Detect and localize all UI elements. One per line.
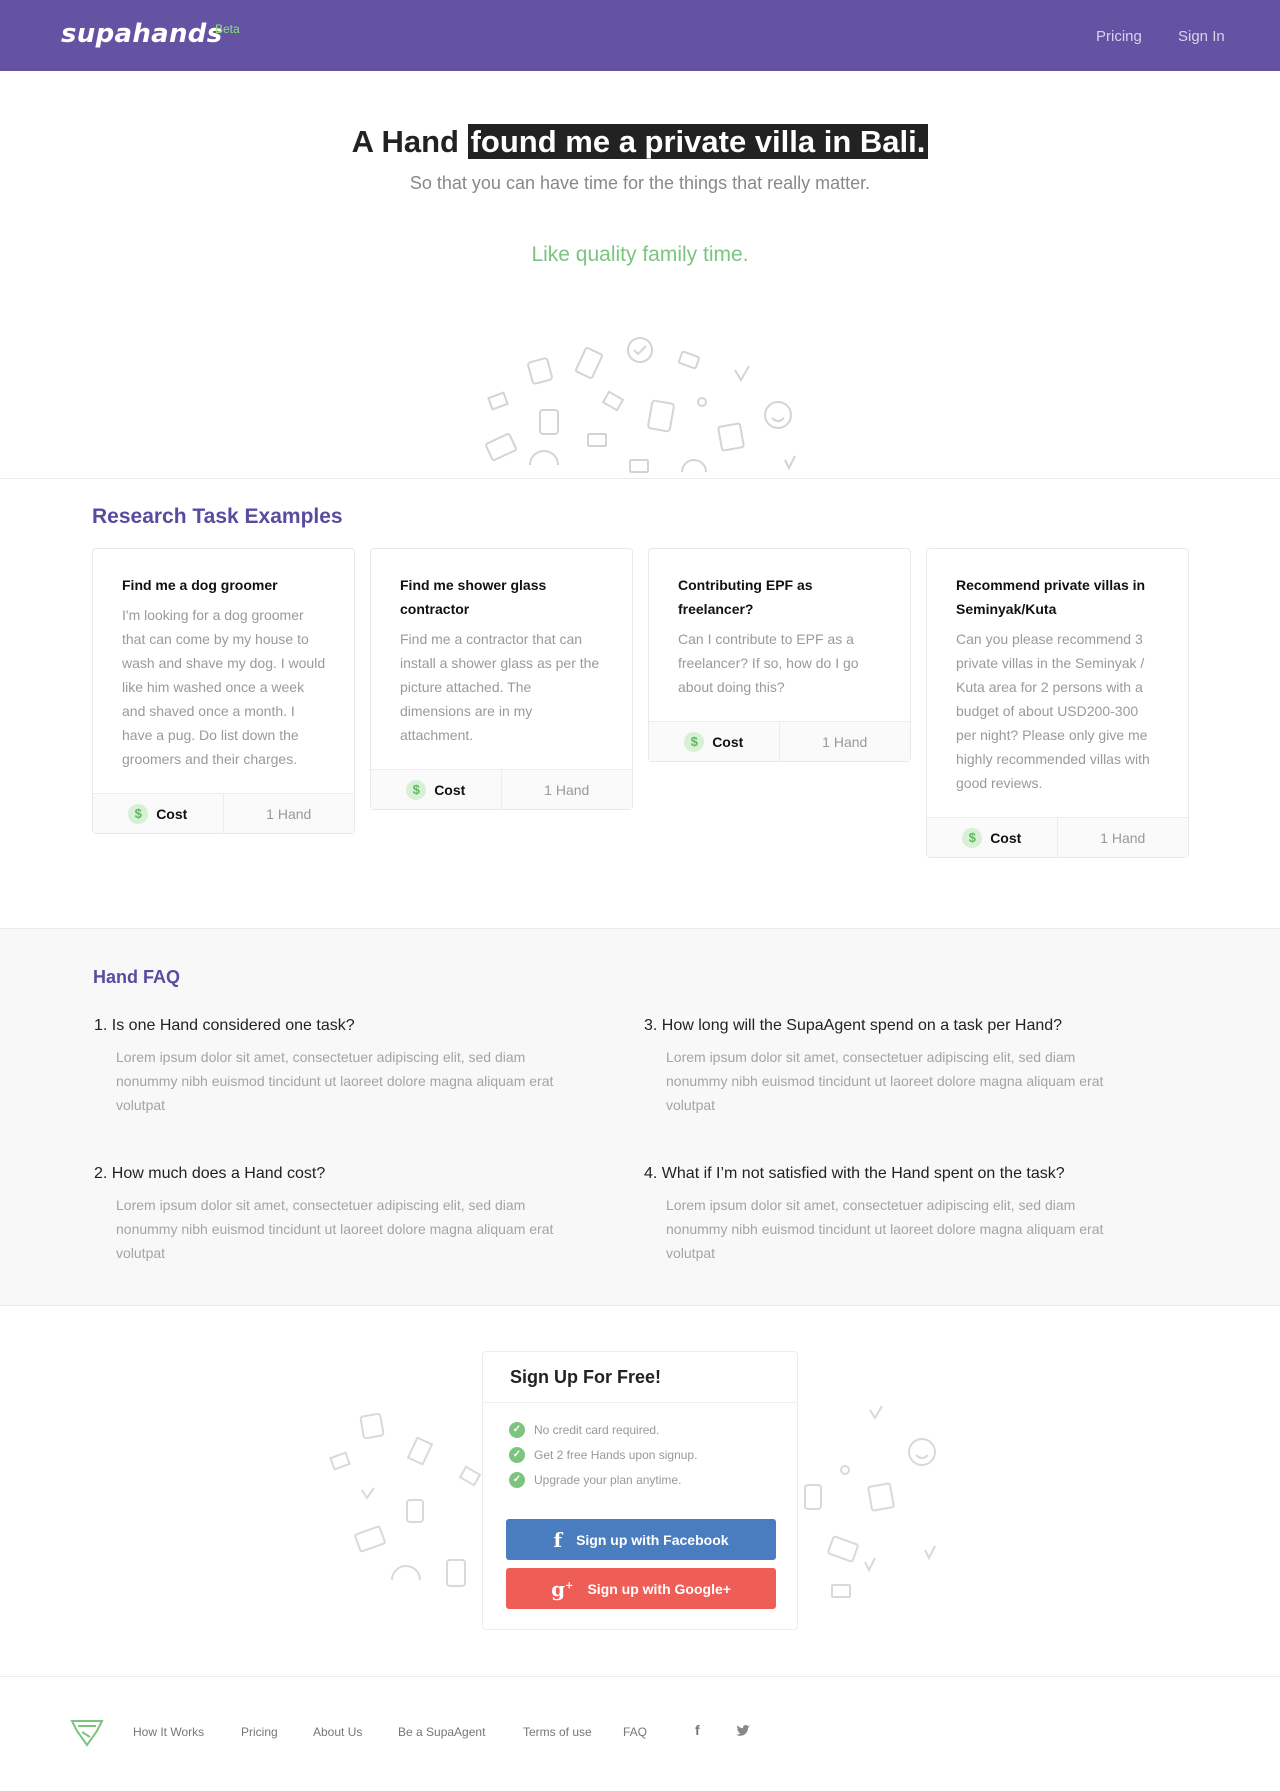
hand-count: 1 Hand xyxy=(266,805,312,822)
hero-tagline: Like quality family time. xyxy=(531,243,749,266)
task-card[interactable]: Find me a dog groomer I'm looking for a … xyxy=(92,548,355,834)
faq-item: 2. How much does a Hand cost? Lorem ipsu… xyxy=(94,1165,584,1265)
task-card[interactable]: Contributing EPF as freelancer? Can I co… xyxy=(648,548,911,762)
perk-list: ✓ No credit card required. ✓ Get 2 free Ha… xyxy=(483,1403,797,1492)
hero-title: A Hand found me a private villa in Bali. xyxy=(0,124,1280,160)
footer-divider xyxy=(0,1676,1280,1677)
doodle-illustration xyxy=(329,1412,482,1587)
facebook-signup-button[interactable]: f Sign up with Facebook xyxy=(506,1519,776,1560)
dollar-coin-icon: $ xyxy=(962,827,983,848)
facebook-icon: f xyxy=(553,1527,563,1552)
task-card-footer: $ Cost 1 Hand xyxy=(927,817,1188,857)
dollar-coin-icon: $ xyxy=(406,779,427,800)
dollar-coin-icon: $ xyxy=(684,731,705,752)
beta-badge: Beta xyxy=(215,22,240,36)
task-card-footer: $ Cost 1 Hand xyxy=(93,793,354,833)
faq-item: 3. How long will the SupaAgent spend on … xyxy=(644,1017,1134,1117)
faq-item: 4. What if I’m not satisfied with the Ha… xyxy=(644,1165,1134,1265)
perk-item: ✓ Get 2 free Hands upon signup. xyxy=(509,1442,797,1467)
faq-item: 1. Is one Hand considered one task? Lore… xyxy=(94,1017,584,1117)
task-card-text: Can I contribute to EPF as a freelancer?… xyxy=(678,631,859,695)
google-signup-button[interactable]: g+ Sign up with Google+ xyxy=(506,1568,776,1609)
footer-link-faq[interactable]: FAQ xyxy=(623,1725,647,1739)
logo[interactable]: supahands xyxy=(61,19,223,49)
faq-section-title: Hand FAQ xyxy=(93,967,181,987)
cost-label: $ Cost xyxy=(93,794,224,833)
nav-sign-in-link[interactable]: Sign In xyxy=(1178,28,1225,45)
faq-answer: Lorem ipsum dolor sit amet, consectetuer… xyxy=(116,1049,554,1113)
task-card-title: Recommend private villas in Seminyak/Kut… xyxy=(956,577,1146,617)
task-card-text: I'm looking for a dog groomer that can c… xyxy=(122,607,326,767)
faq-question: 1. Is one Hand considered one task? xyxy=(94,1017,355,1034)
nav-pricing-link[interactable]: Pricing xyxy=(1096,28,1142,45)
twitter-icon[interactable] xyxy=(736,1725,750,1737)
research-section-title: Research Task Examples xyxy=(92,505,343,528)
task-card[interactable]: Recommend private villas in Seminyak/Kut… xyxy=(926,548,1189,858)
task-card-footer: $ Cost 1 Hand xyxy=(371,769,632,809)
perk-item: ✓ No credit card required. xyxy=(509,1417,797,1442)
section-divider xyxy=(0,478,1280,479)
faq-answer: Lorem ipsum dolor sit amet, consectetuer… xyxy=(116,1197,554,1261)
supahands-logo-icon[interactable] xyxy=(70,1717,104,1747)
google-plus-icon: g+ xyxy=(551,1576,574,1601)
top-navbar: supahands Beta Pricing Sign In xyxy=(0,0,1280,71)
cost-label: $ Cost xyxy=(371,770,502,809)
signup-title: Sign Up For Free! xyxy=(483,1352,797,1403)
cost-label: $ Cost xyxy=(927,818,1058,857)
faq-question: 2. How much does a Hand cost? xyxy=(94,1165,326,1182)
task-card-text: Find me a contractor that can install a … xyxy=(400,631,600,743)
hand-count: 1 Hand xyxy=(822,733,868,750)
footer-link-about-us[interactable]: About Us xyxy=(313,1725,362,1739)
doodle-illustration xyxy=(485,337,796,473)
facebook-icon[interactable]: f xyxy=(695,1722,700,1738)
check-icon: ✓ xyxy=(509,1446,525,1463)
check-icon: ✓ xyxy=(509,1421,525,1438)
dollar-coin-icon: $ xyxy=(128,803,149,824)
faq-answer: Lorem ipsum dolor sit amet, consectetuer… xyxy=(666,1049,1104,1113)
check-icon: ✓ xyxy=(509,1471,525,1488)
task-card-title: Find me shower glass contractor xyxy=(400,577,547,617)
cost-label: $ Cost xyxy=(649,722,780,761)
faq-answer: Lorem ipsum dolor sit amet, consectetuer… xyxy=(666,1197,1104,1261)
footer-link-pricing[interactable]: Pricing xyxy=(241,1725,278,1739)
task-card-text: Can you please recommend 3 private villa… xyxy=(956,631,1150,791)
perk-item: ✓ Upgrade your plan anytime. xyxy=(509,1467,797,1492)
hero-title-highlight: found me a private villa in Bali. xyxy=(467,124,929,159)
footer-link-be-a-supaagent[interactable]: Be a SupaAgent xyxy=(398,1725,485,1739)
hero-subtitle: So that you can have time for the things… xyxy=(409,173,871,193)
doodle-illustration xyxy=(804,1405,936,1598)
hand-count: 1 Hand xyxy=(1100,829,1146,846)
signup-card: Sign Up For Free! ✓ No credit card requir… xyxy=(482,1351,798,1630)
task-card-title: Find me a dog groomer xyxy=(122,577,278,593)
hand-count: 1 Hand xyxy=(544,781,590,798)
footer-link-terms[interactable]: Terms of use xyxy=(523,1725,592,1739)
task-card[interactable]: Find me shower glass contractor Find me … xyxy=(370,548,633,810)
faq-question: 3. How long will the SupaAgent spend on … xyxy=(644,1017,1063,1034)
faq-question: 4. What if I’m not satisfied with the Ha… xyxy=(644,1165,1065,1182)
footer-link-how-it-works[interactable]: How It Works xyxy=(133,1725,204,1739)
task-card-title: Contributing EPF as freelancer? xyxy=(678,577,813,617)
hero-title-prefix: A Hand xyxy=(351,124,459,159)
task-card-footer: $ Cost 1 Hand xyxy=(649,721,910,761)
